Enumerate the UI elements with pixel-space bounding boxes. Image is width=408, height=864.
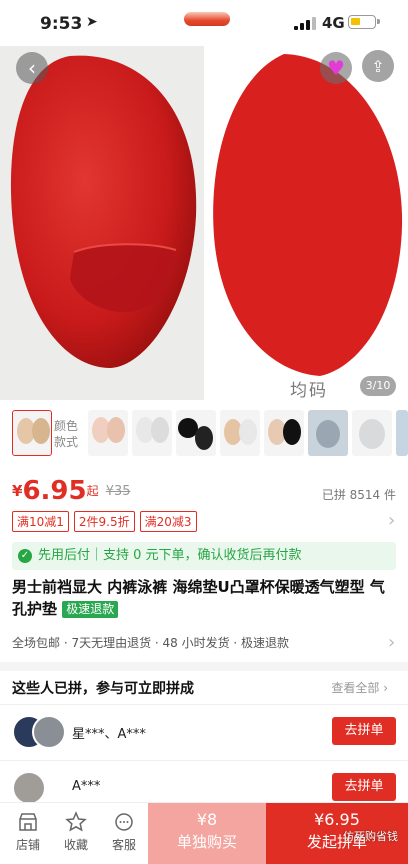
fast-refund-badge: 极速退款 <box>62 601 119 618</box>
avatar <box>32 715 66 749</box>
heart-icon: ♥ <box>327 56 345 80</box>
coupon-list[interactable]: 满10减1 2件9.5折 满20减3 <box>12 511 197 532</box>
buy-alone-price: ¥8 <box>196 810 218 829</box>
status-bar: 9:53 ➤ 4G <box>0 0 408 46</box>
price-suffix: 起 <box>86 484 99 498</box>
section-divider <box>0 662 408 671</box>
image-counter: 3/10 <box>360 376 396 396</box>
coupon-tag[interactable]: 满20减3 <box>139 511 197 532</box>
signal-icon <box>294 17 316 30</box>
product-image-right <box>204 46 408 400</box>
share-icon: ⇪ <box>371 56 385 76</box>
variant-label: 颜色 款式 <box>54 419 79 449</box>
tab-customer-service[interactable]: 客服 <box>100 803 148 864</box>
size-label: 均码 <box>290 381 328 400</box>
avatar <box>12 771 46 805</box>
group-members: 星***、A*** <box>72 727 146 742</box>
coupon-tag[interactable]: 2件9.5折 <box>73 511 135 532</box>
share-button[interactable]: ⇪ <box>362 50 394 82</box>
network-type: 4G <box>322 14 345 32</box>
variant-swatch[interactable] <box>264 410 304 456</box>
location-arrow-icon: ➤ <box>86 14 98 30</box>
check-icon: ✓ <box>18 549 32 563</box>
variant-swatch[interactable] <box>220 410 260 456</box>
join-group-button[interactable]: 去拼单 <box>332 717 396 745</box>
product-page: 9:53 ➤ 4G ‹ ♥ ⇪ 均码 3/10 颜色 款式 ¥6.95起 ¥35… <box>0 0 408 864</box>
watermark: 仿死购省钱 <box>343 830 398 843</box>
variant-swatch[interactable] <box>396 410 408 456</box>
variant-swatch[interactable] <box>308 410 348 456</box>
sold-count: 已拼 8514 件 <box>321 488 396 502</box>
group-members: A*** <box>72 779 101 794</box>
group-buy-heading: 这些人已拼，参与可立即拼成 <box>12 681 194 697</box>
chevron-right-icon[interactable]: › <box>388 632 395 653</box>
view-all-link[interactable]: 查看全部 › <box>331 679 388 696</box>
status-time: 9:53 <box>40 14 83 34</box>
star-icon <box>65 811 87 832</box>
buy-alone-label: 单独购买 <box>176 833 237 851</box>
tab-store[interactable]: 店铺 <box>4 803 52 864</box>
variant-strip: 颜色 款式 <box>0 410 408 462</box>
pay-later-banner[interactable]: ✓ 先用后付｜支持 0 元下单，确认收货后再付款 <box>12 542 396 570</box>
variant-swatch[interactable] <box>176 410 216 456</box>
buy-alone-button[interactable]: ¥8 单独购买 <box>148 803 266 864</box>
variant-swatch[interactable] <box>132 410 172 456</box>
tab-store-label: 店铺 <box>15 838 40 852</box>
join-group-button[interactable]: 去拼单 <box>332 773 396 801</box>
group-buy-row: 星***、A*** 去拼单 <box>0 704 408 758</box>
price-currency: ¥ <box>12 482 23 500</box>
product-title: 男士前裆显大 内裤泳裤 海绵垫U凸罩杯保暖透气塑型 气孔护垫 极速退款 <box>12 576 396 620</box>
chevron-right-icon[interactable]: › <box>388 510 395 531</box>
store-icon <box>19 813 37 831</box>
variant-swatch-selected[interactable] <box>12 410 52 456</box>
battery-icon <box>348 15 380 29</box>
price: ¥6.95起 ¥35 <box>12 476 131 506</box>
service-guarantees[interactable]: 全场包邮 · 7天无理由退货 · 48 小时发货 · 极速退款 <box>12 634 289 651</box>
favorite-heart-button[interactable]: ♥ <box>320 52 352 84</box>
product-image-left <box>0 46 204 400</box>
group-buy-price: ¥6.95 <box>314 810 360 829</box>
tab-favorite-label: 收藏 <box>63 838 88 852</box>
pay-later-text: 先用后付｜支持 0 元下单，确认收货后再付款 <box>38 548 302 563</box>
product-gallery[interactable]: ‹ ♥ ⇪ 均码 3/10 <box>0 46 408 400</box>
coupon-tag[interactable]: 满10减1 <box>12 511 69 532</box>
price-value: 6.95 <box>22 476 87 506</box>
tab-favorite[interactable]: 收藏 <box>52 803 100 864</box>
chat-icon <box>115 813 133 831</box>
tab-customer-service-label: 客服 <box>111 838 136 852</box>
view-all-label: 查看全部 <box>331 681 380 695</box>
recording-pill <box>184 12 230 26</box>
variant-swatch[interactable] <box>88 410 128 456</box>
original-price: ¥35 <box>105 484 131 499</box>
variant-swatch[interactable] <box>352 410 392 456</box>
back-button[interactable]: ‹ <box>16 52 48 84</box>
